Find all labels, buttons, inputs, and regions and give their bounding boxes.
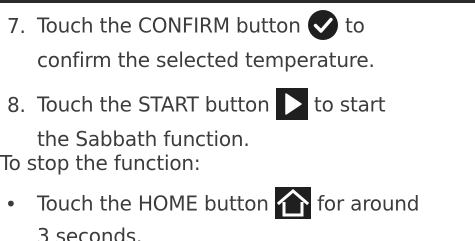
step-8-line-2: the Sabbath function. [37, 127, 250, 151]
step-number: 8. [7, 92, 26, 117]
step-text-after: to [345, 13, 365, 38]
step-text: Touch the START button [37, 92, 270, 117]
stop-heading: To stop the function: [0, 151, 201, 175]
step-8-line-1: 8. Touch the START button to start [7, 88, 386, 120]
bullet-symbol: • [5, 191, 17, 216]
checkmark-circle-icon [307, 9, 339, 41]
step-text: Touch the CONFIRM button [37, 13, 301, 38]
bullet-line-1: • Touch the HOME button for around [5, 187, 420, 219]
bullet-line-2: 3 seconds. [37, 224, 143, 241]
step-number: 7. [7, 13, 26, 38]
play-triangle-icon [275, 88, 308, 120]
home-icon [274, 187, 311, 219]
step-7-line-2: confirm the selected temperature. [37, 48, 375, 72]
top-rule [0, 0, 475, 3]
step-text-after: to start [313, 92, 386, 117]
bullet-text-after: for around [317, 191, 420, 216]
step-7-line-1: 7. Touch the CONFIRM button to [7, 10, 365, 40]
bullet-text: Touch the HOME button [37, 191, 269, 216]
